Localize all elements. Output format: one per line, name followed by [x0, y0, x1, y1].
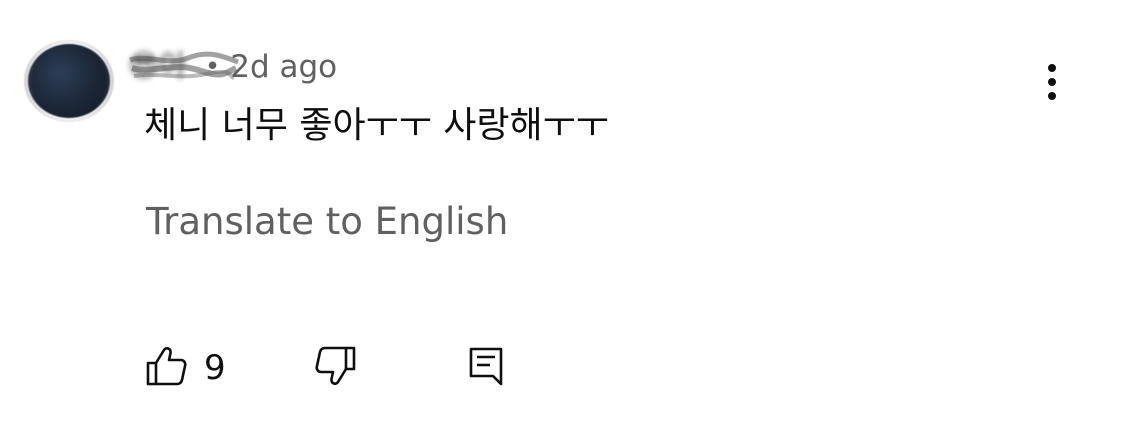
- more-options-button[interactable]: [1034, 58, 1070, 106]
- comment-header: 😎아 • 2d ago: [128, 46, 337, 88]
- more-vert-icon: [1048, 64, 1056, 100]
- translate-button[interactable]: Translate to English: [146, 198, 508, 246]
- like-button[interactable]: [144, 344, 192, 392]
- separator-dot: •: [204, 52, 221, 82]
- comment-actions: 9: [144, 340, 544, 396]
- timestamp[interactable]: 2d ago: [230, 46, 337, 88]
- thumbs-down-icon: [315, 346, 356, 385]
- comment-text: 체니 너무 좋아ㅜㅜ 사랑해ㅜㅜ: [144, 105, 609, 146]
- thumbs-up-icon: [146, 347, 187, 386]
- reply-comment-icon: [469, 347, 503, 386]
- like-count: 9: [204, 348, 226, 388]
- avatar[interactable]: [24, 40, 114, 122]
- dislike-button[interactable]: [314, 344, 362, 392]
- author-name[interactable]: 😎아: [128, 46, 187, 88]
- reply-button[interactable]: [466, 344, 514, 392]
- comment: 😎아 • 2d ago 체니 너무 좋아ㅜㅜ 사랑해ㅜㅜ Translate t…: [0, 0, 1124, 447]
